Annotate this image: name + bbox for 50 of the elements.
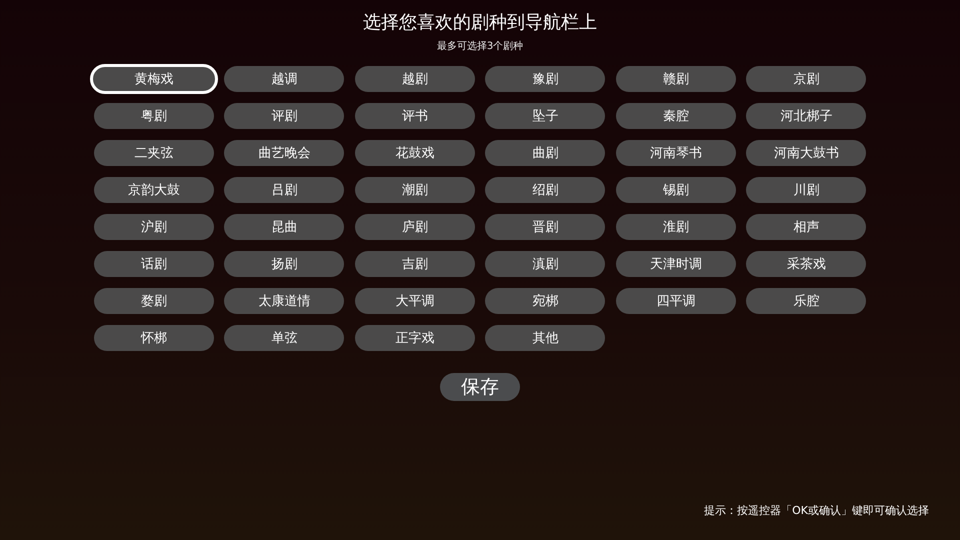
genre-chip[interactable]: 婺剧 — [94, 288, 214, 314]
genre-chip[interactable]: 淮剧 — [616, 214, 736, 240]
genre-chip[interactable]: 越调 — [224, 66, 344, 92]
genre-chip[interactable]: 太康道情 — [224, 288, 344, 314]
selection-limit-text: 最多可选择3个剧种 — [436, 40, 524, 54]
genre-chip[interactable]: 京韵大鼓 — [94, 177, 214, 203]
genre-chip[interactable]: 豫剧 — [485, 66, 606, 92]
genre-chip[interactable]: 越剧 — [354, 66, 475, 92]
genre-chip[interactable]: 采茶戏 — [746, 251, 866, 277]
genre-chip[interactable]: 滇剧 — [485, 251, 606, 277]
genre-chip[interactable]: 吕剧 — [224, 177, 344, 203]
genre-chip[interactable]: 川剧 — [746, 177, 866, 203]
genre-chip[interactable]: 扬剧 — [224, 251, 344, 277]
genre-chip[interactable]: 京剧 — [746, 66, 866, 92]
genre-chip[interactable]: 乐腔 — [746, 288, 866, 314]
genre-chip[interactable]: 单弦 — [224, 325, 344, 351]
genre-chip[interactable]: 曲剧 — [485, 140, 606, 166]
genre-chip[interactable]: 坠子 — [485, 103, 606, 129]
genre-chip[interactable]: 评剧 — [224, 103, 344, 129]
genre-chip[interactable]: 正字戏 — [354, 325, 475, 351]
genre-chip[interactable]: 天津时调 — [616, 251, 736, 277]
genre-chip[interactable]: 四平调 — [616, 288, 736, 314]
genre-chip[interactable]: 昆曲 — [224, 214, 344, 240]
genre-chip[interactable]: 其他 — [485, 325, 606, 351]
genre-chip[interactable]: 庐剧 — [354, 214, 475, 240]
genre-chip[interactable]: 沪剧 — [94, 214, 214, 240]
hint-text: 提示：按遥控器「OK或确认」键即可确认选择 — [704, 503, 929, 518]
genre-chip[interactable]: 相声 — [746, 214, 866, 240]
genre-chip[interactable]: 锡剧 — [616, 177, 736, 203]
genre-chip[interactable]: 话剧 — [94, 251, 214, 277]
genre-chip[interactable]: 粤剧 — [94, 103, 214, 129]
genre-chip[interactable]: 潮剧 — [354, 177, 475, 203]
genre-chip[interactable]: 秦腔 — [616, 103, 736, 129]
genre-chip[interactable]: 怀梆 — [94, 325, 214, 351]
genre-chip[interactable]: 大平调 — [354, 288, 475, 314]
genre-chip[interactable]: 河南大鼓书 — [746, 140, 866, 166]
genre-chip[interactable]: 曲艺晚会 — [224, 140, 344, 166]
page-title: 选择您喜欢的剧种到导航栏上 — [363, 11, 597, 35]
genre-chip[interactable]: 评书 — [354, 103, 475, 129]
genre-chip[interactable]: 赣剧 — [616, 66, 736, 92]
genre-chip[interactable]: 晋剧 — [485, 214, 606, 240]
genre-chip[interactable]: 绍剧 — [485, 177, 606, 203]
genre-chip[interactable]: 花鼓戏 — [354, 140, 475, 166]
genre-chip[interactable]: 黄梅戏 — [90, 64, 218, 94]
genre-chip[interactable]: 河南琴书 — [616, 140, 736, 166]
genre-chip[interactable]: 河北梆子 — [746, 103, 866, 129]
save-button[interactable]: 保存 — [440, 373, 520, 401]
genre-chip[interactable]: 宛梆 — [485, 288, 606, 314]
genre-chip[interactable]: 二夹弦 — [94, 140, 214, 166]
genre-chip[interactable]: 吉剧 — [354, 251, 475, 277]
